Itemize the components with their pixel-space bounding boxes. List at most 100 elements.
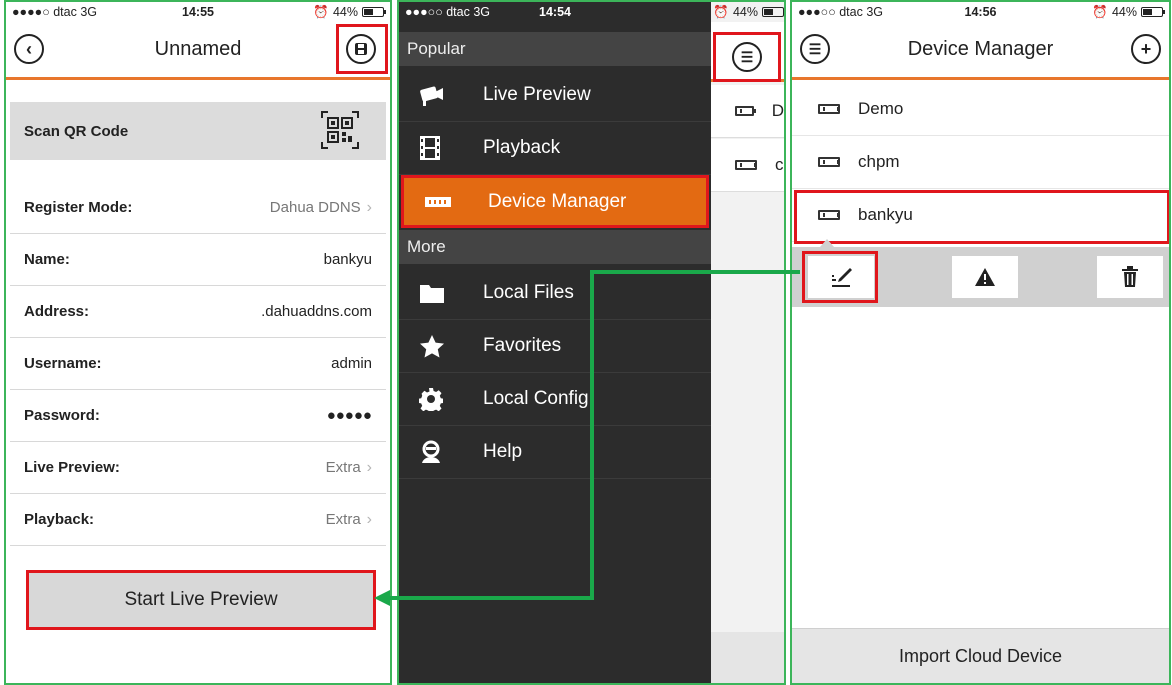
chevron-right-icon: › — [366, 458, 372, 476]
battery-percent: 44% — [1111, 5, 1137, 19]
folder-icon — [419, 282, 459, 304]
page-title: Device Manager — [907, 38, 1054, 60]
scan-qr-label: Scan QR Code — [24, 122, 129, 140]
device-name: chpm — [858, 152, 900, 171]
device-icon — [818, 104, 840, 114]
alarm-icon: ⏰ — [313, 4, 329, 19]
star-icon — [419, 334, 459, 358]
warning-glyph — [975, 268, 995, 286]
battery-icon — [362, 7, 386, 17]
form-row-label: Address: — [24, 303, 90, 320]
warning-icon[interactable] — [952, 256, 1018, 298]
save-highlight — [336, 24, 388, 74]
scan-qr-row[interactable]: Scan QR Code — [10, 102, 386, 160]
menu-item-label: Help — [483, 441, 523, 462]
side-menu: ●●●○○ dtac 3G 14:54 Popular Live Preview… — [399, 2, 711, 683]
menu-item-live-preview[interactable]: Live Preview — [399, 69, 711, 122]
menu-item-label: Live Preview — [483, 84, 591, 105]
status-bar: ●●●○○ dtac 3G 14:56 ⏰ 44% — [792, 2, 1169, 22]
peek-row-1-text: D — [771, 101, 784, 120]
menu-item-local-config[interactable]: Local Config — [399, 373, 711, 426]
battery-icon — [1141, 7, 1165, 17]
battery-percent: 44% — [732, 5, 758, 19]
battery-icon — [762, 7, 784, 17]
status-right: ⏰ 44% — [1092, 4, 1165, 20]
nav-bar: ‹ Unnamed — [6, 22, 390, 80]
menu-item-local-files[interactable]: Local Files — [399, 267, 711, 320]
peek-row-1[interactable]: D — [711, 85, 784, 138]
status-right: ⏰ 44% — [313, 4, 386, 20]
qr-code-icon[interactable] — [320, 110, 360, 150]
underlying-list: ☰ D c — [711, 2, 784, 683]
form-row-label: Username: — [24, 355, 102, 372]
status-bar-right: ⏰ 44% — [711, 2, 784, 22]
form-row[interactable]: Name: bankyu — [10, 234, 386, 286]
chevron-right-icon: › — [366, 198, 372, 216]
menu-item-label: Local Config — [483, 388, 589, 409]
carrier-label: ●●●○○ dtac 3G — [798, 5, 883, 19]
device-icon — [735, 106, 756, 116]
form-row-value[interactable]: admin — [331, 355, 372, 372]
film-icon — [419, 135, 459, 161]
form-row[interactable]: Live Preview: Extra › — [10, 442, 386, 494]
menu-item-label: Device Manager — [488, 190, 627, 212]
form-row-value[interactable]: bankyu — [324, 251, 372, 268]
import-cloud-device-button[interactable]: Import Cloud Device — [792, 628, 1169, 683]
trash-glyph — [1122, 266, 1138, 287]
alarm-icon: ⏰ — [1092, 4, 1108, 19]
peek-row-2-text: c — [775, 155, 784, 174]
alarm-icon: ⏰ — [713, 4, 729, 19]
menu-highlight: ☰ — [713, 32, 781, 82]
device-action-bar — [792, 239, 1169, 307]
device-icon — [735, 160, 757, 170]
device-name: Demo — [858, 99, 904, 118]
form-row-value[interactable]: .dahuaddns.com — [261, 303, 372, 320]
hamburger-menu-icon[interactable]: ☰ — [800, 34, 830, 64]
add-circle-icon[interactable]: + — [1131, 34, 1161, 64]
menu-item-label: Local Files — [483, 282, 574, 303]
status-right: ⏰ 44% — [713, 5, 784, 20]
section-more: More — [399, 230, 711, 264]
form-row[interactable]: Playback: Extra › — [10, 494, 386, 546]
pointer-caret — [820, 239, 834, 247]
form-row[interactable]: Address: .dahuaddns.com — [10, 286, 386, 338]
form-row-label: Live Preview: — [24, 459, 120, 476]
camera-icon — [419, 84, 459, 106]
menu-item-help[interactable]: Help — [399, 426, 711, 479]
device-row[interactable]: Demo — [792, 83, 1169, 136]
hamburger-menu-icon[interactable]: ☰ — [732, 42, 762, 72]
form-row-value: Extra — [325, 511, 361, 528]
gear-icon — [419, 387, 459, 411]
menu-item-label: Playback — [483, 137, 561, 158]
peek-row-2[interactable]: c — [711, 139, 784, 192]
underlying-bottom-bar — [711, 632, 784, 683]
trash-icon[interactable] — [1097, 256, 1163, 298]
chevron-right-icon: › — [366, 510, 372, 528]
form-row-label: Playback: — [24, 511, 95, 528]
screen-side-menu: ☰ D c ●●●○○ dtac 3G 14:54 Popular Live P… — [397, 0, 786, 685]
nav-bar: ☰ Device Manager + — [792, 22, 1169, 80]
edit-highlight — [802, 251, 878, 303]
device-icon — [424, 195, 464, 209]
form-row-label: Password: — [24, 407, 100, 424]
carrier-label: ●●●●○ dtac 3G — [12, 5, 97, 19]
form-row-label: Name: — [24, 251, 70, 268]
start-live-preview-button[interactable]: Start Live Preview — [26, 570, 376, 630]
form-row[interactable]: Password: ●●●●● — [10, 390, 386, 442]
device-icon — [818, 157, 840, 167]
status-bar: ●●●○○ dtac 3G 14:54 — [399, 2, 711, 22]
back-circle-icon[interactable]: ‹ — [14, 34, 44, 64]
menu-item-favorites[interactable]: Favorites — [399, 320, 711, 373]
form-row[interactable]: Register Mode: Dahua DDNS › — [10, 182, 386, 234]
screen-device-manager: ●●●○○ dtac 3G 14:56 ⏰ 44% ☰ Device Manag… — [790, 0, 1171, 685]
menu-item-device-manager[interactable]: Device Manager — [401, 175, 709, 228]
form-row[interactable]: Username: admin — [10, 338, 386, 390]
menu-item-playback[interactable]: Playback — [399, 122, 711, 175]
carrier-label: ●●●○○ dtac 3G — [405, 5, 490, 19]
status-bar: ●●●●○ dtac 3G 14:55 ⏰ 44% — [6, 2, 390, 22]
battery-percent: 44% — [332, 5, 358, 19]
person-icon — [419, 440, 459, 464]
device-row[interactable]: chpm — [792, 136, 1169, 189]
section-popular: Popular — [399, 32, 711, 66]
form-row-value[interactable]: ●●●●● — [327, 407, 372, 424]
